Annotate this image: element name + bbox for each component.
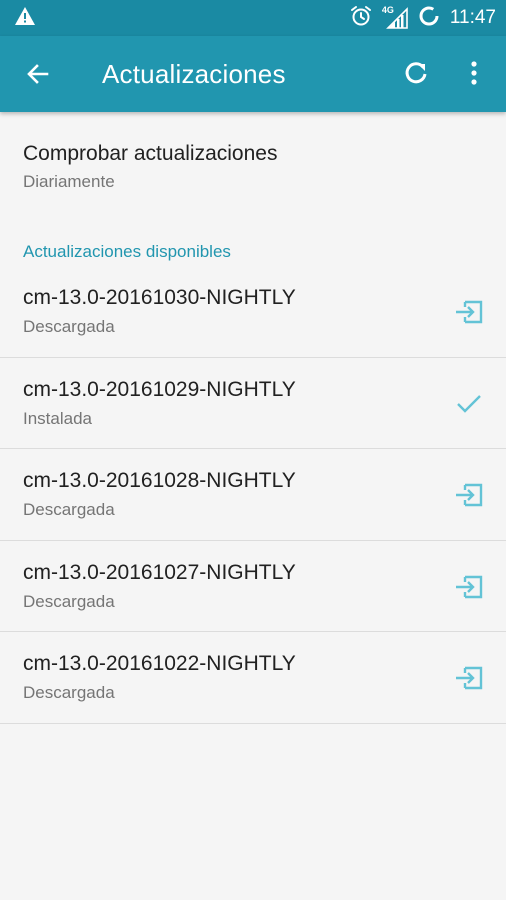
check-updates-setting[interactable]: Comprobar actualizaciones Diariamente: [0, 112, 506, 212]
update-name: cm-13.0-20161030-NIGHTLY: [23, 286, 296, 309]
status-bar: 4G 11:47: [0, 0, 506, 36]
update-status: Descargada: [23, 317, 115, 336]
install-icon[interactable]: [449, 569, 489, 605]
more-vert-icon[interactable]: [462, 58, 486, 88]
update-name: cm-13.0-20161028-NIGHTLY: [23, 469, 296, 492]
install-icon[interactable]: [449, 477, 489, 513]
available-updates-header: Actualizaciones disponibles: [23, 242, 231, 261]
list-item[interactable]: cm-13.0-20161027-NIGHTLY Descargada: [0, 541, 506, 632]
list-item[interactable]: cm-13.0-20161028-NIGHTLY Descargada: [0, 449, 506, 541]
update-status: Descargada: [23, 591, 115, 611]
check-icon: [449, 386, 489, 422]
alarm-icon: [350, 5, 372, 32]
updates-list: cm-13.0-20161030-NIGHTLY Descargada cm-1…: [0, 266, 506, 724]
update-name: cm-13.0-20161027-NIGHTLY: [23, 560, 296, 584]
install-icon[interactable]: [449, 294, 489, 330]
update-status: Instalada: [23, 408, 92, 428]
update-name: cm-13.0-20161029-NIGHTLY: [23, 377, 296, 401]
list-item[interactable]: cm-13.0-20161022-NIGHTLY Descargada: [0, 632, 506, 724]
refresh-icon[interactable]: [401, 58, 431, 88]
status-indicators: 4G 11:47: [350, 5, 496, 32]
app-bar: Actualizaciones: [0, 36, 506, 112]
back-arrow-icon[interactable]: [24, 60, 52, 88]
signal-icon: 4G: [382, 5, 408, 29]
update-status: Descargada: [23, 683, 115, 702]
warning-icon: [14, 6, 36, 31]
check-updates-title: Comprobar actualizaciones: [23, 142, 278, 165]
page-title: Actualizaciones: [102, 59, 286, 89]
install-icon[interactable]: [449, 660, 489, 696]
update-name: cm-13.0-20161022-NIGHTLY: [23, 652, 296, 675]
update-status: Descargada: [23, 500, 115, 519]
list-item[interactable]: cm-13.0-20161030-NIGHTLY Descargada: [0, 266, 506, 358]
list-item[interactable]: cm-13.0-20161029-NIGHTLY Instalada: [0, 358, 506, 449]
battery-icon: [418, 5, 440, 32]
status-time: 11:47: [449, 7, 496, 28]
check-updates-frequency: Diariamente: [23, 172, 115, 191]
